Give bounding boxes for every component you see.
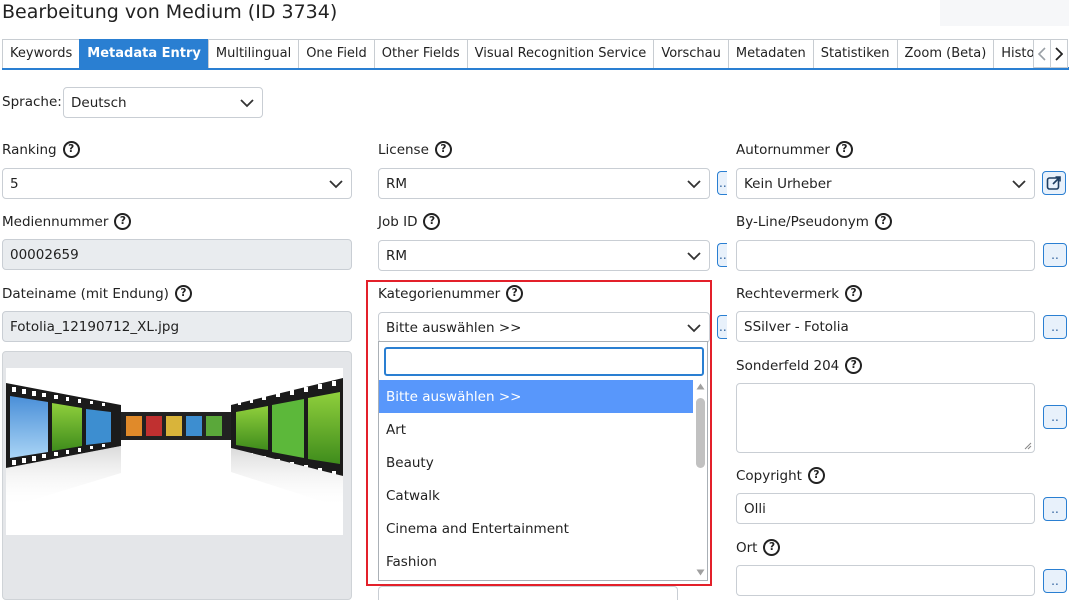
autornummer-label: Autornummer ? <box>736 141 853 158</box>
tab-keywords[interactable]: Keywords <box>2 39 81 68</box>
tab-other-fields[interactable]: Other Fields <box>373 39 468 68</box>
kategorie-more-button[interactable]: .. <box>717 315 727 339</box>
external-link-icon <box>1046 176 1061 190</box>
rechtevermerk-value: SSilver - Fotolia <box>744 318 849 335</box>
dateiname-field: Fotolia_12190712_XL.jpg <box>2 311 352 342</box>
help-icon[interactable]: ? <box>807 467 825 484</box>
tab-metadata-entry[interactable]: Metadata Entry <box>79 39 209 68</box>
mediennummer-field: 00002659 <box>2 239 352 270</box>
tab-statistiken[interactable]: Statistiken <box>812 39 898 68</box>
ort-more-button[interactable]: .. <box>1043 569 1067 593</box>
rechtevermerk-field[interactable]: SSilver - Fotolia <box>736 311 1035 342</box>
autornummer-value: Kein Urheber <box>744 175 832 192</box>
help-icon[interactable]: ? <box>845 357 863 374</box>
jobid-value: RM <box>386 247 408 264</box>
byline-more-button[interactable]: .. <box>1043 243 1067 267</box>
autornummer-select[interactable]: Kein Urheber <box>736 168 1035 199</box>
help-icon[interactable]: ? <box>835 141 853 158</box>
tab-zoom-beta[interactable]: Zoom (Beta) <box>896 39 995 68</box>
help-icon[interactable]: ? <box>174 285 192 302</box>
tab-vorschau[interactable]: Vorschau <box>653 39 729 68</box>
help-icon[interactable]: ? <box>434 141 452 158</box>
rechtevermerk-label: Rechtevermerk ? <box>736 285 863 302</box>
tab-metadaten[interactable]: Metadaten <box>727 39 814 68</box>
jobid-select[interactable]: RM <box>378 240 710 271</box>
help-icon[interactable]: ? <box>62 141 80 158</box>
license-select[interactable]: RM <box>378 168 710 199</box>
byline-label: By-Line/Pseudonym ? <box>736 213 892 230</box>
open-external-button[interactable] <box>1042 171 1066 195</box>
help-icon[interactable]: ? <box>845 285 863 302</box>
tab-bar: Keywords Metadata Entry Multilingual One… <box>2 39 1069 70</box>
ort-label-text: Ort <box>736 539 758 556</box>
language-select[interactable]: Deutsch <box>63 87 263 118</box>
help-icon[interactable]: ? <box>423 213 441 230</box>
copyright-more-button[interactable]: .. <box>1043 497 1067 521</box>
ort-label: Ort ? <box>736 539 781 556</box>
copyright-label-text: Copyright <box>736 467 802 484</box>
language-label: Sprache: <box>2 94 62 110</box>
help-icon[interactable]: ? <box>114 213 132 230</box>
license-label: License ? <box>378 141 452 158</box>
sonderfeld-more-button[interactable]: .. <box>1043 405 1067 429</box>
dateiname-label-text: Dateiname (mit Endung) <box>2 285 169 302</box>
ort-field[interactable] <box>736 565 1035 596</box>
mediennummer-label: Mediennummer ? <box>2 213 132 230</box>
dateiname-label: Dateiname (mit Endung) ? <box>2 285 192 302</box>
sonderfeld-textarea[interactable] <box>736 383 1035 453</box>
chevron-down-icon <box>329 179 343 188</box>
ranking-value: 5 <box>10 175 19 192</box>
tab-multilingual[interactable]: Multilingual <box>207 39 300 68</box>
copyright-field[interactable]: Olli <box>736 493 1035 524</box>
chevron-down-icon <box>687 251 701 260</box>
license-more-button[interactable]: .. <box>717 171 727 195</box>
chevron-down-icon <box>687 179 701 188</box>
tab-one-field[interactable]: One Field <box>298 39 375 68</box>
tab-scroll-right-button[interactable] <box>1050 39 1068 68</box>
chevron-down-icon <box>1012 179 1026 188</box>
tab-scroll-left-button[interactable] <box>1033 39 1051 68</box>
next-field-partial <box>378 586 678 600</box>
page-title: Bearbeitung von Medium (ID 3734) <box>2 1 338 23</box>
mediennummer-value: 00002659 <box>10 246 79 263</box>
ranking-label-text: Ranking <box>2 141 57 158</box>
mediennummer-label-text: Mediennummer <box>2 213 109 230</box>
copyright-value: Olli <box>744 500 766 517</box>
copyright-label: Copyright ? <box>736 467 825 484</box>
help-icon[interactable]: ? <box>874 213 892 230</box>
rechtevermerk-label-text: Rechtevermerk <box>736 285 840 302</box>
jobid-more-button[interactable]: .. <box>717 243 727 267</box>
help-icon[interactable]: ? <box>763 539 781 556</box>
byline-label-text: By-Line/Pseudonym <box>736 213 869 230</box>
sonderfeld-label-text: Sonderfeld 204 <box>736 357 840 374</box>
dateiname-value: Fotolia_12190712_XL.jpg <box>10 318 180 335</box>
media-preview-image[interactable] <box>6 368 343 535</box>
highlight-frame <box>366 280 712 586</box>
chevron-left-icon <box>1038 46 1046 61</box>
autornummer-label-text: Autornummer <box>736 141 830 158</box>
ranking-select[interactable]: 5 <box>2 168 352 199</box>
license-value: RM <box>386 175 408 192</box>
jobid-label-text: Job ID <box>378 213 418 230</box>
tab-visual-recognition-service[interactable]: Visual Recognition Service <box>466 39 655 68</box>
byline-field[interactable] <box>736 240 1035 271</box>
jobid-label: Job ID ? <box>378 213 441 230</box>
language-value: Deutsch <box>71 94 127 111</box>
sonderfeld-label: Sonderfeld 204 ? <box>736 357 863 374</box>
header-toolbar-area <box>940 0 1069 26</box>
chevron-right-icon <box>1055 46 1063 61</box>
chevron-down-icon <box>240 98 254 107</box>
rechtevermerk-more-button[interactable]: .. <box>1043 315 1067 339</box>
license-label-text: License <box>378 141 429 158</box>
ranking-label: Ranking ? <box>2 141 80 158</box>
resize-handle-icon[interactable] <box>1024 442 1032 450</box>
